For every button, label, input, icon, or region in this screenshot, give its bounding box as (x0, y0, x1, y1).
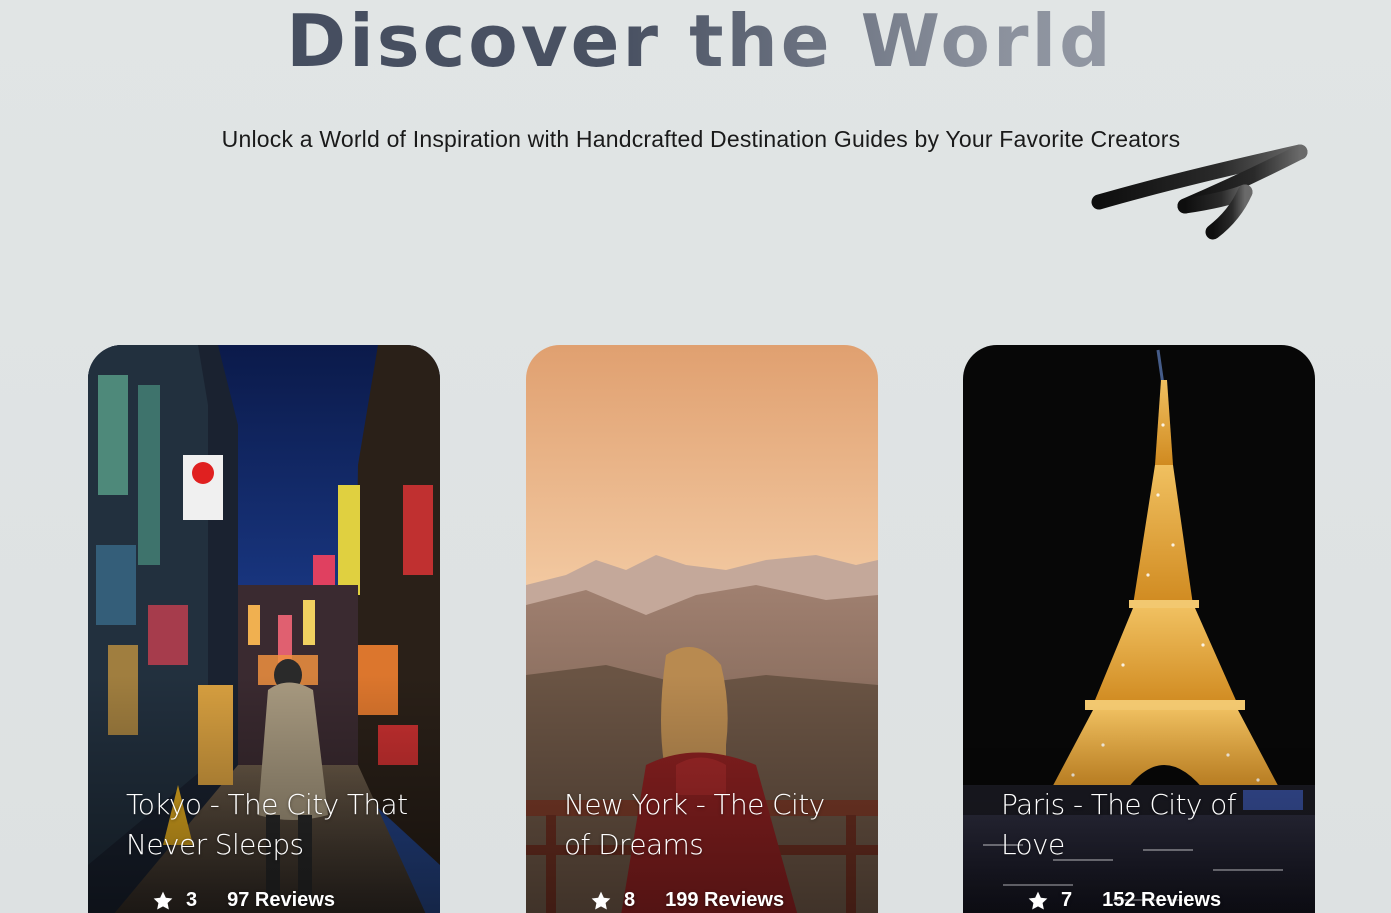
card-title: New York - The City of Dreams (564, 788, 825, 861)
destination-card-paris[interactable]: Paris - The City of Love 7 152 Reviews (963, 345, 1315, 913)
card-title: Paris - The City of Love (1001, 788, 1237, 861)
destination-cards: Tokyo - The City That Never Sleeps 3 97 … (0, 345, 1391, 913)
reviews-count[interactable]: 152 Reviews (1102, 889, 1221, 912)
card-meta: 3 97 Reviews (152, 889, 335, 912)
rating-value: 3 (186, 889, 198, 911)
card-meta: 8 199 Reviews (590, 889, 784, 912)
card-meta: 7 152 Reviews (1027, 889, 1221, 912)
destination-card-new-york[interactable]: New York - The City of Dreams 8 199 Revi… (526, 345, 878, 913)
reviews-count[interactable]: 97 Reviews (227, 889, 335, 912)
hero-title: Discover the World (0, 0, 1391, 96)
star-icon (1028, 891, 1048, 910)
destination-card-tokyo[interactable]: Tokyo - The City That Never Sleeps 3 97 … (88, 345, 440, 913)
star-icon (153, 891, 173, 910)
page: Discover the World Unlock a World of Ins… (0, 0, 1391, 913)
rating-value: 8 (624, 889, 636, 911)
card-title: Tokyo - The City That Never Sleeps (126, 788, 408, 861)
reviews-count[interactable]: 199 Reviews (665, 889, 784, 912)
rating-value: 7 (1061, 889, 1073, 911)
hand-drawn-arrow-icon (1091, 144, 1308, 240)
star-icon (591, 891, 611, 910)
